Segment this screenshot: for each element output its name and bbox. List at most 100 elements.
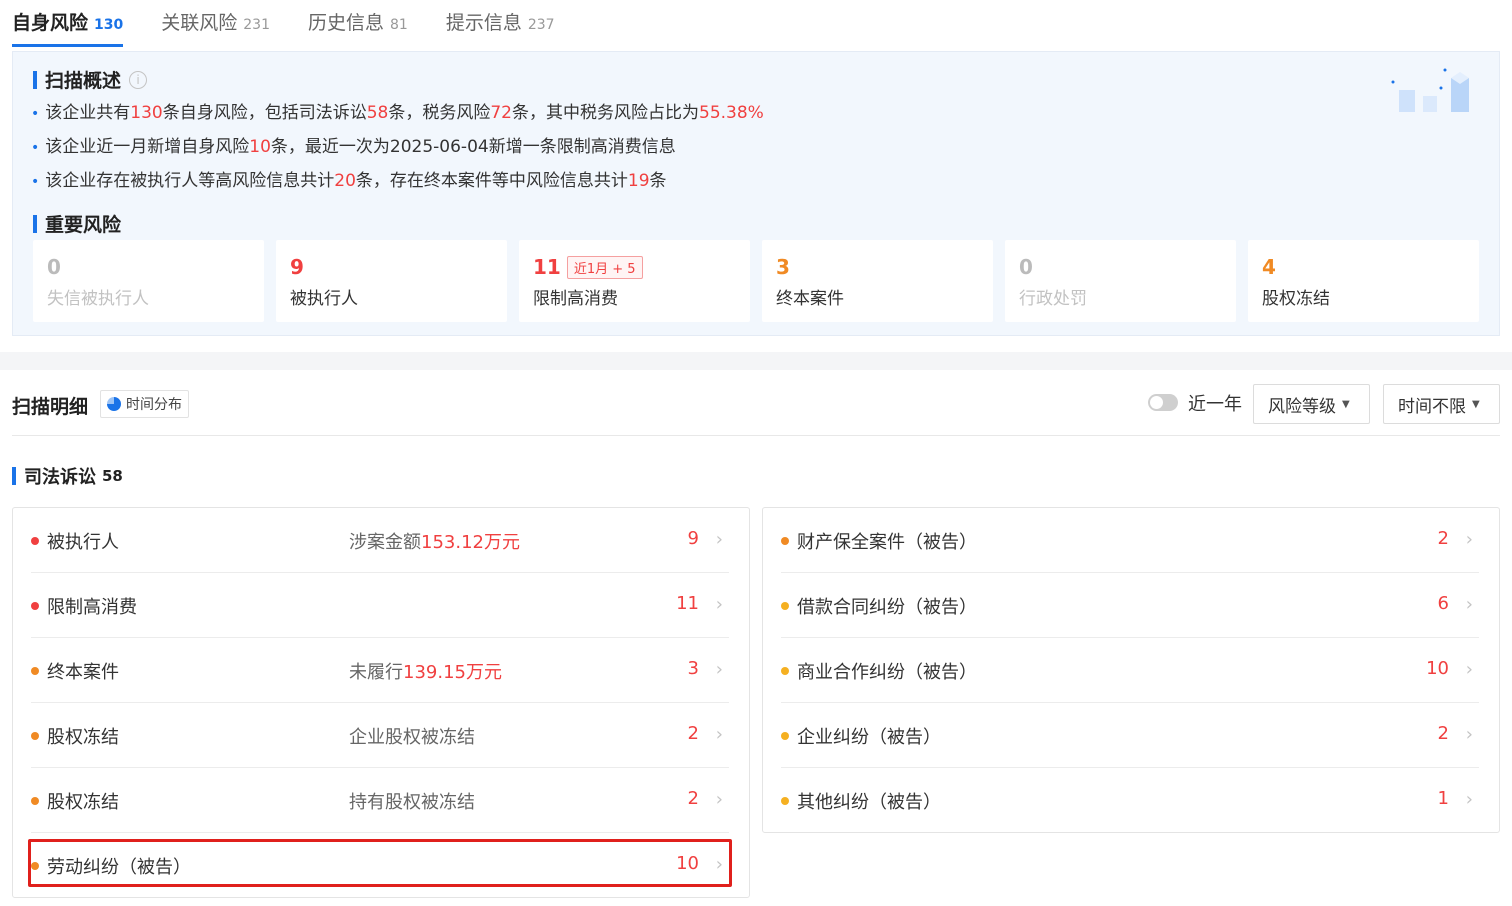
summary-number: 55.38% xyxy=(699,103,764,123)
recent-month-badge: 近1月 + 5 xyxy=(566,255,643,279)
info-icon[interactable]: i xyxy=(129,70,148,89)
item-desc: 持有股权被冻结 xyxy=(349,792,475,813)
risk-card-label: 限制高消费 xyxy=(533,289,618,309)
bullet-dot: • xyxy=(31,106,40,122)
list-item[interactable]: 股权冻结 企业股权被冻结 2 › xyxy=(31,703,729,768)
item-name: 限制高消费 xyxy=(47,597,137,618)
risk-level-dropdown[interactable]: 风险等级 ▼ xyxy=(1253,384,1370,424)
list-item[interactable]: 终本案件 未履行139.15万元 3 › xyxy=(31,638,729,703)
chevron-right-icon: › xyxy=(715,789,723,810)
risk-level-dot xyxy=(781,667,789,675)
summary-text: 条，其中税务风险占比为 xyxy=(512,103,699,123)
item-desc: 涉案金额153.12万元 xyxy=(349,528,520,554)
chevron-right-icon: › xyxy=(715,724,723,745)
list-item[interactable]: 企业纠纷（被告） 2 › xyxy=(781,703,1479,768)
list-item[interactable]: 被执行人 涉案金额153.12万元 9 › xyxy=(31,508,729,573)
tab-label: 提示信息 xyxy=(445,12,522,34)
chevron-right-icon: › xyxy=(1465,789,1473,810)
list-item[interactable]: 劳动纠纷（被告） 10 › xyxy=(31,833,729,898)
tab-label: 自身风险 xyxy=(12,12,89,34)
item-name: 被执行人 xyxy=(47,532,119,553)
item-name: 股权冻结 xyxy=(47,792,119,813)
summary-number: 130 xyxy=(130,103,163,123)
tab-label: 关联风险 xyxy=(161,12,238,34)
summary-number: 72 xyxy=(490,103,512,123)
risk-card-consumption-restriction[interactable]: 11 近1月 + 5 限制高消费 xyxy=(519,240,750,322)
risk-level-dot xyxy=(781,732,789,740)
summary-number: 10 xyxy=(249,137,271,157)
tab-history-info[interactable]: 历史信息 81 xyxy=(308,0,408,50)
litigation-list-right: 财产保全案件（被告） 2 › 借款合同纠纷（被告） 6 › 商业合作纠纷（被告）… xyxy=(762,507,1500,833)
list-item[interactable]: 股权冻结 持有股权被冻结 2 › xyxy=(31,768,729,833)
risk-card-equity-freeze[interactable]: 4 股权冻结 xyxy=(1248,240,1479,322)
item-name: 其他纠纷（被告） xyxy=(797,792,941,813)
risk-level-dot xyxy=(31,732,39,740)
scan-overview-title: 扫描概述 i xyxy=(33,66,148,93)
item-name: 企业纠纷（被告） xyxy=(797,727,941,748)
risk-level-dot xyxy=(31,862,39,870)
list-item[interactable]: 限制高消费 11 › xyxy=(31,573,729,638)
tab-count: 237 xyxy=(527,17,555,33)
tab-count: 130 xyxy=(94,17,124,33)
recent-year-toggle[interactable] xyxy=(1148,394,1178,411)
item-desc: 未履行139.15万元 xyxy=(349,658,502,684)
overview-summary: • 该企业共有130条自身风险，包括司法诉讼58条，税务风险72条，其中税务风险占… xyxy=(31,96,1331,198)
litigation-count: 58 xyxy=(102,467,123,485)
item-count: 9 xyxy=(687,528,699,549)
list-item[interactable]: 商业合作纠纷（被告） 10 › xyxy=(781,638,1479,703)
summary-number: 19 xyxy=(627,171,650,191)
summary-line: • 该企业存在被执行人等高风险信息共计20条，存在终本案件等中风险信息共计19条 xyxy=(31,164,1331,198)
tab-label: 历史信息 xyxy=(308,12,385,34)
risk-tabs: 自身风险 130 关联风险 231 历史信息 81 提示信息 237 xyxy=(0,0,1512,50)
chevron-right-icon: › xyxy=(715,854,723,875)
item-count: 2 xyxy=(1437,723,1449,744)
item-name: 劳动纠纷（被告） xyxy=(47,857,191,878)
tab-self-risk[interactable]: 自身风险 130 xyxy=(12,0,124,50)
scan-overview-label: 扫描概述 xyxy=(45,70,122,92)
section-divider xyxy=(0,352,1512,370)
risk-card-label: 失信被执行人 xyxy=(47,289,149,309)
risk-level-dot xyxy=(31,537,39,545)
risk-card-number: 4 xyxy=(1262,255,1276,279)
summary-text: 该企业近一月新增自身风险 xyxy=(45,137,250,157)
time-filter-dropdown[interactable]: 时间不限 ▼ xyxy=(1383,384,1500,424)
risk-card-admin-penalty[interactable]: 0 行政处罚 xyxy=(1005,240,1236,322)
item-name: 终本案件 xyxy=(47,662,119,683)
risk-card-number: 9 xyxy=(290,255,304,279)
summary-text: 条，最近一次为2025-06-04新增一条限制高消费信息 xyxy=(270,137,676,157)
summary-text: 条，存在终本案件等中风险信息共计 xyxy=(355,171,628,191)
item-count: 10 xyxy=(1426,658,1449,679)
item-count: 11 xyxy=(676,593,699,614)
tab-count: 231 xyxy=(243,17,270,33)
tab-related-risk[interactable]: 关联风险 231 xyxy=(161,0,270,50)
caret-down-icon: ▼ xyxy=(1472,398,1480,410)
important-risk-cards: 0 失信被执行人 9 被执行人 11 近1月 + 5 限制高消费 3 终本案件 … xyxy=(33,240,1479,322)
time-filter-label: 时间不限 xyxy=(1398,396,1466,417)
risk-card-label: 股权冻结 xyxy=(1262,289,1330,309)
chevron-right-icon: › xyxy=(715,659,723,680)
risk-level-dot xyxy=(31,667,39,675)
risk-card-number: 11 xyxy=(533,255,561,279)
risk-card-terminated-case[interactable]: 3 终本案件 xyxy=(762,240,993,322)
summary-text: 该企业存在被执行人等高风险信息共计 xyxy=(45,171,335,191)
bullet-dot: • xyxy=(31,174,40,190)
summary-number: 20 xyxy=(334,171,356,191)
tab-notice-info[interactable]: 提示信息 237 xyxy=(446,0,555,50)
item-count: 1 xyxy=(1437,788,1449,809)
title-bar xyxy=(33,214,37,233)
item-count: 10 xyxy=(676,853,699,874)
risk-level-dot xyxy=(781,797,789,805)
risk-card-dishonest-executee[interactable]: 0 失信被执行人 xyxy=(33,240,264,322)
list-item[interactable]: 其他纠纷（被告） 1 › xyxy=(781,768,1479,833)
item-name: 财产保全案件（被告） xyxy=(797,532,977,553)
summary-line: • 该企业近一月新增自身风险10条，最近一次为2025-06-04新增一条限制高消… xyxy=(31,130,1331,164)
chevron-right-icon: › xyxy=(1465,659,1473,680)
risk-card-executee[interactable]: 9 被执行人 xyxy=(276,240,507,322)
item-count: 2 xyxy=(687,723,699,744)
chevron-right-icon: › xyxy=(1465,594,1473,615)
list-item[interactable]: 借款合同纠纷（被告） 6 › xyxy=(781,573,1479,638)
risk-level-dot xyxy=(31,797,39,805)
summary-text: 条，税务风险 xyxy=(388,103,491,123)
time-distribution-button[interactable]: 时间分布 xyxy=(100,390,189,418)
list-item[interactable]: 财产保全案件（被告） 2 › xyxy=(781,508,1479,573)
